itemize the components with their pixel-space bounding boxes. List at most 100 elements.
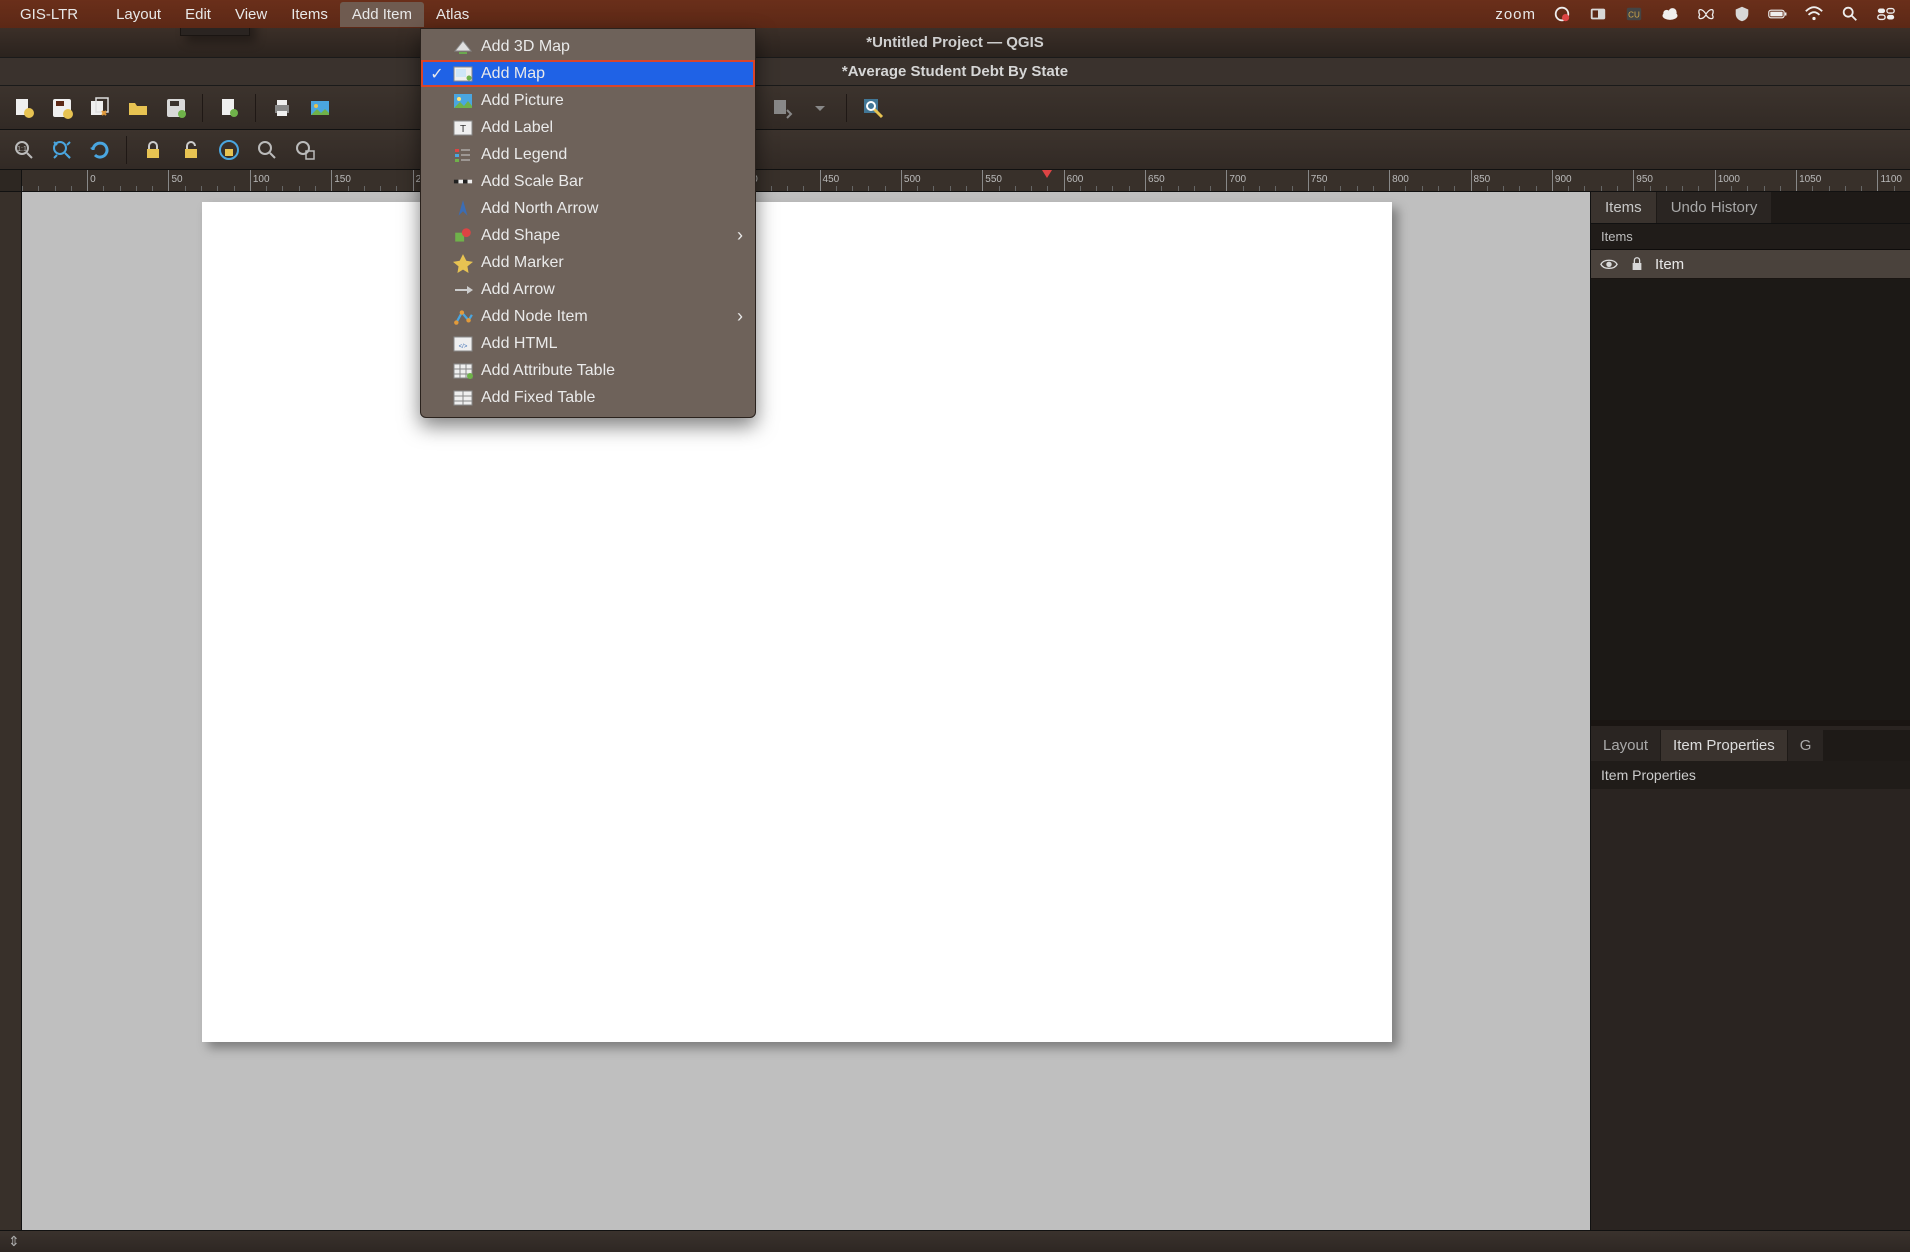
cloud-tray-icon[interactable]: [1660, 5, 1680, 23]
menu-item-label: Add North Arrow: [481, 200, 598, 218]
print-button[interactable]: [266, 92, 298, 124]
arrow-icon: [453, 281, 473, 299]
menu-items[interactable]: Items: [279, 2, 340, 27]
menu-item-add-arrow[interactable]: Add Arrow: [421, 276, 755, 303]
spotlight-tray-icon[interactable]: [1840, 5, 1860, 23]
view-toolbar: 1:1: [0, 130, 1910, 170]
menu-item-add-map[interactable]: ✓ Add Map: [421, 60, 755, 87]
layout-canvas[interactable]: [22, 192, 1590, 1230]
save-project-button[interactable]: [160, 92, 192, 124]
battery-tray-icon[interactable]: [1768, 5, 1788, 23]
butterfly-tray-icon[interactable]: [1696, 5, 1716, 23]
window-title: *Untitled Project — QGIS: [0, 28, 1910, 58]
menu-item-label: Add Scale Bar: [481, 173, 583, 191]
main-toolbar: [0, 86, 1910, 130]
atlas-export-dropdown-button[interactable]: [804, 92, 836, 124]
menu-item-label: Add Arrow: [481, 281, 555, 299]
lock-column-icon[interactable]: [1627, 254, 1647, 274]
outlook-tray-icon[interactable]: [1588, 5, 1608, 23]
zoom-actual-button[interactable]: 1:1: [8, 134, 40, 166]
new-layout-button[interactable]: [8, 92, 40, 124]
menu-item-label: Add Picture: [481, 92, 564, 110]
menu-item-add-label[interactable]: TAdd Label: [421, 114, 755, 141]
pan-button[interactable]: [251, 134, 283, 166]
zoom-full-button[interactable]: [46, 134, 78, 166]
menu-item-add-scale-bar[interactable]: Add Scale Bar: [421, 168, 755, 195]
menu-item-label: Add Shape: [481, 227, 560, 245]
properties-tabs: Layout Item Properties G: [1591, 730, 1910, 761]
menu-item-add-north-arrow[interactable]: Add North Arrow: [421, 195, 755, 222]
control-center-tray-icon[interactable]: [1876, 5, 1896, 23]
visibility-column-icon[interactable]: [1599, 254, 1619, 274]
unlock-button[interactable]: [175, 134, 207, 166]
check-icon: ✓: [429, 64, 445, 84]
menu-layout[interactable]: Layout: [104, 2, 173, 27]
menu-item-label: Add Map: [481, 65, 545, 83]
tab-items[interactable]: Items: [1591, 192, 1657, 223]
vertical-ruler[interactable]: [0, 192, 22, 1230]
shield-tray-icon[interactable]: [1732, 5, 1752, 23]
cu-tray-icon[interactable]: CU: [1624, 5, 1644, 23]
menu-atlas[interactable]: Atlas: [424, 2, 481, 27]
picture-icon: [453, 92, 473, 110]
scalebar-icon: [453, 173, 473, 191]
submenu-arrow-icon: ›: [737, 225, 743, 246]
lock-button[interactable]: [137, 134, 169, 166]
duplicate-layout-button[interactable]: [84, 92, 116, 124]
status-bar: ⇕: [0, 1230, 1910, 1252]
atlas-settings-button[interactable]: [857, 92, 889, 124]
select-button[interactable]: [289, 134, 321, 166]
right-panel: Items Undo History Items Item Layout Ite…: [1590, 192, 1910, 1230]
item-properties-body[interactable]: [1591, 789, 1910, 1230]
tab-guides[interactable]: G: [1788, 730, 1825, 761]
open-folder-button[interactable]: [122, 92, 154, 124]
shape-icon: [453, 227, 473, 245]
menu-view[interactable]: View: [223, 2, 279, 27]
marker-icon: [453, 254, 473, 272]
record-tray-icon[interactable]: [1552, 5, 1572, 23]
layout-page[interactable]: [202, 202, 1392, 1042]
html-icon: </>: [453, 335, 473, 353]
menu-item-add-3d-map[interactable]: Add 3D Map: [421, 33, 755, 60]
app-menubar: GIS-LTR Layout Edit View Items Add Item …: [0, 0, 1910, 28]
wifi-tray-icon[interactable]: [1804, 5, 1824, 23]
document-title: *Average Student Debt By State: [0, 58, 1910, 86]
ruler-corner: [0, 170, 22, 191]
app-name: GIS-LTR: [8, 2, 90, 27]
svg-text:1:1: 1:1: [17, 146, 27, 153]
menu-item-add-marker[interactable]: Add Marker: [421, 249, 755, 276]
menu-item-add-legend[interactable]: Add Legend: [421, 141, 755, 168]
item-column-label: Item: [1655, 256, 1902, 273]
right-panel-tabs: Items Undo History: [1591, 192, 1910, 224]
horizontal-ruler[interactable]: 0501001502002503003504004505005506006507…: [22, 170, 1910, 191]
svg-text:CU: CU: [1628, 11, 1640, 20]
menu-item-label: Add Attribute Table: [481, 362, 615, 380]
tab-layout-props[interactable]: Layout: [1591, 730, 1661, 761]
items-list[interactable]: [1591, 279, 1910, 720]
status-resize-handle-icon[interactable]: ⇕: [8, 1233, 20, 1250]
menu-item-add-shape[interactable]: Add Shape ›: [421, 222, 755, 249]
legend-icon: [453, 146, 473, 164]
item-properties-header: Item Properties: [1591, 761, 1910, 789]
tab-undo-history[interactable]: Undo History: [1657, 192, 1773, 223]
group-lock-button[interactable]: [213, 134, 245, 166]
menu-item-add-fixed-table[interactable]: Add Fixed Table: [421, 384, 755, 411]
menu-item-add-picture[interactable]: Add Picture: [421, 87, 755, 114]
atlas-export-button[interactable]: [766, 92, 798, 124]
menu-add-item[interactable]: Add Item: [340, 2, 424, 27]
zoom-app-tray-icon[interactable]: zoom: [1495, 6, 1536, 23]
tab-item-properties[interactable]: Item Properties: [1661, 730, 1788, 761]
save-layout-button[interactable]: [46, 92, 78, 124]
menu-item-add-node-item[interactable]: Add Node Item›: [421, 303, 755, 330]
menu-item-add-html[interactable]: </>Add HTML: [421, 330, 755, 357]
menu-edit[interactable]: Edit: [173, 2, 223, 27]
new-page-button[interactable]: [213, 92, 245, 124]
export-image-button[interactable]: [304, 92, 336, 124]
svg-text:</>: </>: [459, 344, 468, 350]
menu-item-add-attribute-table[interactable]: Add Attribute Table: [421, 357, 755, 384]
items-columns-row: Item: [1591, 250, 1910, 279]
menu-item-label: Add Legend: [481, 146, 567, 164]
menu-item-label: Add Marker: [481, 254, 564, 272]
refresh-button[interactable]: [84, 134, 116, 166]
menu-item-label: Add Node Item: [481, 308, 588, 326]
